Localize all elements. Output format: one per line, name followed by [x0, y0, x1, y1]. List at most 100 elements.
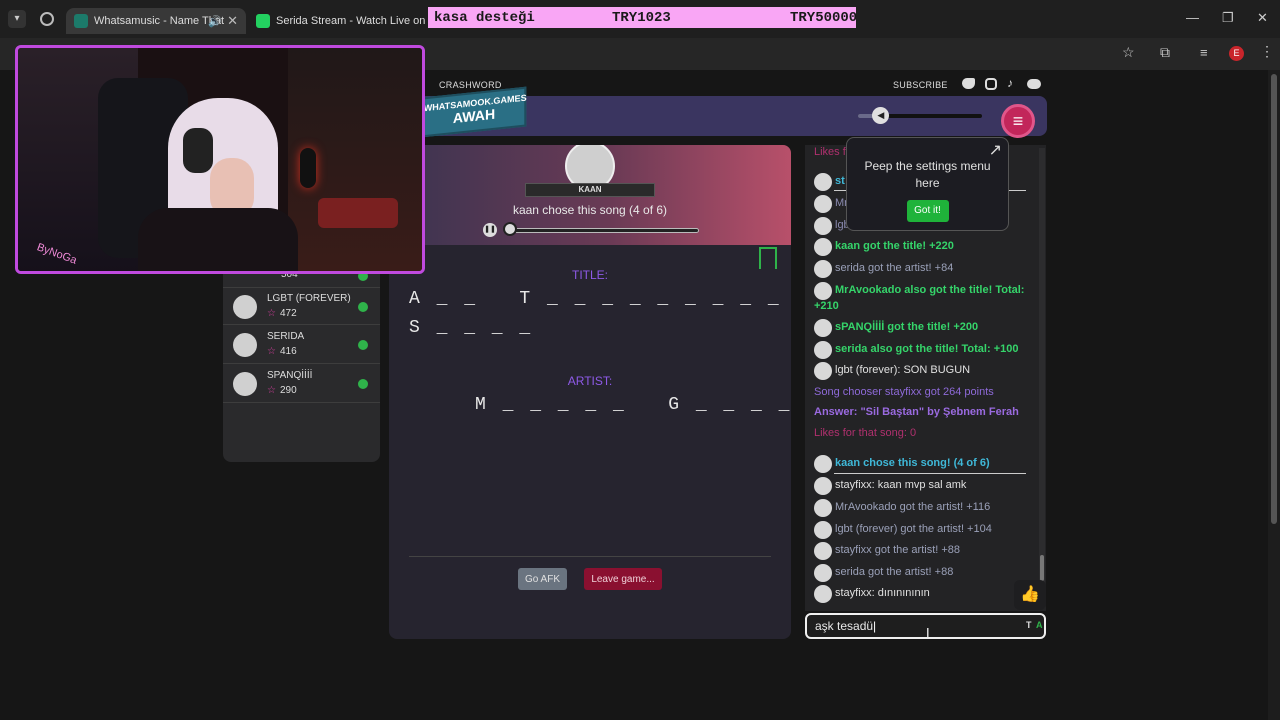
twitter-icon[interactable]: [962, 78, 975, 89]
settings-menu-button[interactable]: ≡: [1001, 104, 1035, 138]
tab-title: Whatsamusic - Name That: [94, 15, 225, 27]
chat-message: MrAvookado also got the title! Total:: [835, 284, 1025, 296]
restore-icon[interactable]: ❐: [1222, 10, 1234, 26]
chat-message: kaan got the title! +220: [835, 240, 954, 252]
chat-likes-partial: Likes f: [814, 146, 846, 158]
chat-message: +210: [814, 300, 839, 312]
avatar: [814, 585, 832, 603]
streamer-body: [138, 208, 298, 271]
page-scrollbar-thumb[interactable]: [1271, 74, 1277, 524]
chat-message: kaan chose this song! (4 of 6): [835, 457, 990, 469]
discord-icon[interactable]: [1027, 79, 1041, 89]
chose-song-text: kaan chose this song (4 of 6): [512, 203, 668, 217]
leaderboard-row[interactable]: SPANQİİİİ 290: [223, 365, 380, 403]
chat-message: serida also got the title! Total: +100: [835, 343, 1019, 355]
avatar: [814, 499, 832, 517]
extensions-icon[interactable]: ⧉: [1160, 44, 1170, 61]
title-blanks-line2: S _ _ _ _: [409, 318, 534, 338]
player-correct-check-icon: [358, 302, 368, 312]
avatar: [814, 238, 832, 256]
microphone: [300, 148, 316, 188]
kick-favicon-icon: [256, 14, 270, 28]
volume-slider[interactable]: ◀: [858, 107, 982, 124]
tooltip-text: Peep the settings menu here: [864, 159, 991, 190]
close-tab-icon[interactable]: ✕: [227, 13, 238, 29]
chat-message: st: [835, 175, 845, 187]
minimize-icon[interactable]: —: [1186, 10, 1199, 25]
nav-crashword-link[interactable]: CRASHWORD: [439, 80, 502, 90]
avatar: [814, 173, 832, 191]
got-it-button[interactable]: Got it!: [906, 200, 949, 222]
avatar: [814, 542, 832, 560]
leave-game-button[interactable]: Leave game...: [584, 568, 662, 590]
chat-message: Likes for that song: 0: [814, 427, 917, 439]
avatar: [814, 319, 832, 337]
tiktok-icon[interactable]: ♪: [1007, 76, 1013, 90]
player-name: LGBT (FOREVER): [267, 293, 351, 304]
chat-message: serida got the artist! +84: [835, 262, 954, 274]
chat-message: lgbt (forever) got the artist! +104: [835, 523, 992, 535]
chat-message: sPANQİİİİ got the title! +200: [835, 321, 979, 333]
webcam-overlay: ByNoGa: [15, 45, 425, 274]
settings-tooltip: ↗ Peep the settings menu here Got it!: [846, 137, 1009, 231]
donation-current: TRY1023: [612, 9, 671, 26]
avatar: [814, 341, 832, 359]
donation-label: kasa desteği: [434, 9, 535, 26]
tab-list-button[interactable]: ▾: [8, 10, 26, 28]
song-chooser-banner: KAAN kaan chose this song (4 of 6) ❚❚: [389, 145, 791, 245]
chat-scrollbar[interactable]: [1039, 148, 1045, 608]
artist-blanks: M _ _ _ _ _ G _ _ _ _ _: [475, 395, 791, 415]
tab-whatsamusic[interactable]: Whatsamusic - Name That 🔊 ✕: [66, 8, 246, 34]
mouse-ibeam-cursor-icon: I: [926, 625, 930, 640]
close-window-icon[interactable]: ✕: [1257, 10, 1268, 26]
leaderboard-row[interactable]: SERIDA 416: [223, 326, 380, 364]
player-correct-check-icon: [358, 379, 368, 389]
artist-label: ARTIST:: [567, 374, 613, 388]
avatar: [814, 282, 832, 300]
avatar: [233, 295, 257, 319]
chat-input-value: aşk tesadü: [815, 619, 874, 633]
arrow-up-right-icon: ↗: [988, 142, 1002, 159]
like-song-button[interactable]: 👍: [1014, 580, 1046, 610]
chat-message: serida got the artist! +88: [835, 566, 954, 578]
donation-goal: TRY50000: [790, 9, 858, 26]
tab-serida-stream[interactable]: Serida Stream - Watch Live on: [248, 8, 428, 34]
avatar: [814, 217, 832, 235]
chooser-ribbon: KAAN: [525, 183, 655, 197]
chat-message: Answer: "Sil Baştan" by Şebnem Ferah: [814, 406, 1019, 418]
go-afk-button[interactable]: Go AFK: [518, 568, 567, 590]
avatar: [814, 260, 832, 278]
avatar: [814, 362, 832, 380]
streamer-headphones: [183, 128, 213, 173]
avatar: [814, 195, 832, 213]
input-hint-artist: A: [1036, 620, 1043, 630]
chat-message: stayfixx: dınınınının: [835, 587, 930, 599]
title-blanks-line1: A _ _ T _ _ _ _ _ _ _ _ _ _: [409, 289, 791, 309]
bookmark-icon[interactable]: [759, 247, 777, 269]
speaker-icon: 🔊: [208, 15, 222, 28]
globe-icon[interactable]: [40, 12, 54, 26]
more-menu-icon[interactable]: ⋮: [1260, 43, 1274, 60]
pause-button[interactable]: ❚❚: [483, 223, 497, 237]
profile-avatar[interactable]: E: [1229, 46, 1244, 61]
bookmark-star-icon[interactable]: ☆: [1122, 44, 1135, 61]
timer-icon: [503, 222, 517, 236]
media-control-icon[interactable]: ≡: [1200, 45, 1208, 60]
player-correct-check-icon: [358, 340, 368, 350]
player-points: 472: [267, 308, 297, 319]
avatar: [814, 521, 832, 539]
input-hint-title: T: [1026, 620, 1032, 630]
nav-subscribe-link[interactable]: SUBSCRIBE: [893, 80, 948, 90]
leaderboard-row[interactable]: LGBT (FOREVER) 472: [223, 287, 380, 325]
avatar: [814, 455, 832, 473]
avatar: [814, 477, 832, 495]
song-progress-bar[interactable]: [505, 228, 699, 233]
avatar: [233, 372, 257, 396]
chat-message: Song chooser stayfixx got 264 points: [814, 386, 994, 398]
instagram-icon[interactable]: [985, 78, 997, 90]
red-lights: [318, 198, 398, 228]
card-divider: [409, 556, 771, 557]
chat-scrollbar-thumb[interactable]: [1040, 555, 1044, 581]
game-card: KAAN kaan chose this song (4 of 6) ❚❚ TI…: [389, 145, 791, 639]
chat-message: MrAvookado got the artist! +116: [835, 501, 991, 513]
